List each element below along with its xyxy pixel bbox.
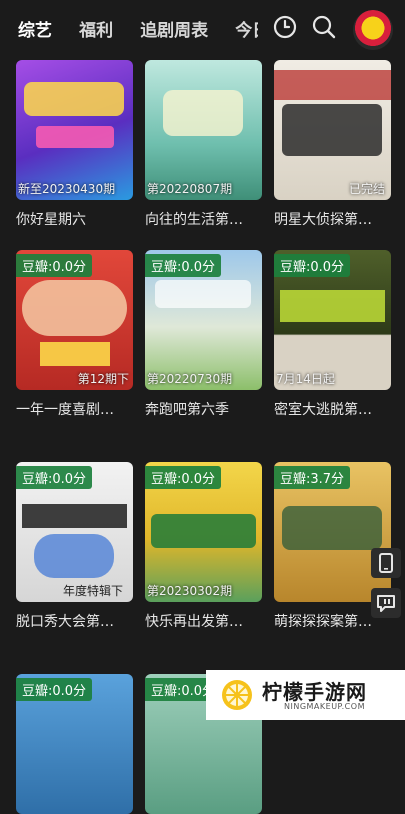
- rating-badge: 豆瓣:0.0分: [274, 254, 351, 277]
- show-title: 奔跑吧第六季: [145, 402, 229, 418]
- poster-art: [22, 280, 127, 336]
- tab-today[interactable]: 今日: [235, 16, 258, 41]
- phone-button[interactable]: [371, 548, 401, 578]
- top-bar: 综艺 福利 追剧周表 今日: [0, 0, 405, 56]
- poster-art: [155, 280, 251, 308]
- poster[interactable]: 新至20230430期: [16, 60, 133, 200]
- show-title: 脱口秀大会第…: [16, 614, 114, 630]
- poster[interactable]: 豆瓣:0.0分 第20230302期: [145, 462, 262, 602]
- poster[interactable]: 豆瓣:0.0分 年度特辑下: [16, 462, 133, 602]
- show-title: 快乐再出发第…: [145, 614, 243, 630]
- poster-art: [36, 126, 114, 148]
- poster-art: [282, 104, 382, 156]
- phone-icon: [379, 553, 393, 573]
- show-card[interactable]: 豆瓣:0.0分 年度特辑下 脱口秀大会第…: [16, 462, 133, 631]
- show-card[interactable]: 豆瓣:0.0分 第12期下 一年一度喜剧…: [16, 250, 133, 419]
- poster-art: [151, 514, 256, 548]
- show-title: 一年一度喜剧…: [16, 402, 114, 418]
- episode-label: 第12期下: [77, 372, 129, 386]
- message-button[interactable]: [371, 588, 401, 618]
- poster[interactable]: 豆瓣:0.0分 第20220730期: [145, 250, 262, 390]
- poster-art: [274, 70, 391, 100]
- show-card[interactable]: 豆瓣:0.0分 7月14日起 密室大逃脱第…: [274, 250, 391, 419]
- rating-badge: 豆瓣:3.7分: [274, 466, 351, 489]
- poster-art: [24, 82, 124, 116]
- rating-badge: 豆瓣:0.0分: [16, 678, 93, 701]
- poster[interactable]: 豆瓣:0.0分: [16, 674, 133, 814]
- watermark-url: NINGMAKEUP.COM: [284, 702, 365, 711]
- category-tabs: 综艺 福利 追剧周表 今日: [18, 16, 258, 44]
- poster-art: [163, 90, 243, 136]
- show-card[interactable]: 豆瓣:0.0分 第20230302期 快乐再出发第…: [145, 462, 262, 631]
- poster[interactable]: 豆瓣:0.0分 第12期下: [16, 250, 133, 390]
- episode-label: 新至20230430期: [18, 182, 116, 196]
- rating-badge: 豆瓣:0.0分: [145, 466, 222, 489]
- episode-label: 第20230302期: [147, 584, 233, 598]
- show-title: 密室大逃脱第…: [274, 402, 372, 418]
- rating-badge: 豆瓣:0.0分: [16, 254, 93, 277]
- show-card[interactable]: 新至20230430期 你好星期六: [16, 60, 133, 229]
- poster-art: [282, 506, 382, 550]
- show-card[interactable]: 第20220807期 向往的生活第…: [145, 60, 262, 229]
- poster-art: [280, 290, 385, 322]
- avatar[interactable]: [353, 10, 393, 50]
- poster[interactable]: 豆瓣:0.0分 7月14日起: [274, 250, 391, 390]
- show-title: 向往的生活第…: [145, 212, 243, 228]
- episode-label: 第20220807期: [147, 182, 233, 196]
- history-icon[interactable]: [272, 14, 298, 40]
- lemon-logo-icon: [222, 680, 252, 710]
- tab-variety[interactable]: 综艺: [18, 16, 52, 41]
- tab-schedule[interactable]: 追剧周表: [140, 16, 208, 41]
- poster-art: [40, 342, 110, 366]
- poster[interactable]: 豆瓣:3.7分: [274, 462, 391, 602]
- watermark-name: 柠檬手游网: [262, 680, 367, 704]
- watermark: 柠檬手游网 NINGMAKEUP.COM: [206, 670, 405, 720]
- episode-label: 年度特辑下: [62, 584, 123, 598]
- poster[interactable]: 已完结: [274, 60, 391, 200]
- rating-badge: 豆瓣:0.0分: [145, 254, 222, 277]
- show-card[interactable]: 豆瓣:0.0分: [16, 674, 133, 814]
- episode-label: 已完结: [348, 182, 385, 196]
- poster-art: [22, 504, 127, 528]
- search-icon[interactable]: [311, 14, 337, 40]
- show-title: 明星大侦探第…: [274, 212, 372, 228]
- show-card[interactable]: 豆瓣:0.0分 第20220730期 奔跑吧第六季: [145, 250, 262, 419]
- show-title: 你好星期六: [16, 212, 86, 228]
- rating-badge: 豆瓣:0.0分: [16, 466, 93, 489]
- poster-art: [34, 534, 114, 578]
- episode-label: 7月14日起: [276, 372, 335, 386]
- poster[interactable]: 第20220807期: [145, 60, 262, 200]
- show-card[interactable]: 已完结 明星大侦探第…: [274, 60, 391, 229]
- episode-label: 第20220730期: [147, 372, 233, 386]
- message-icon: [377, 595, 395, 612]
- tab-welfare[interactable]: 福利: [79, 16, 113, 41]
